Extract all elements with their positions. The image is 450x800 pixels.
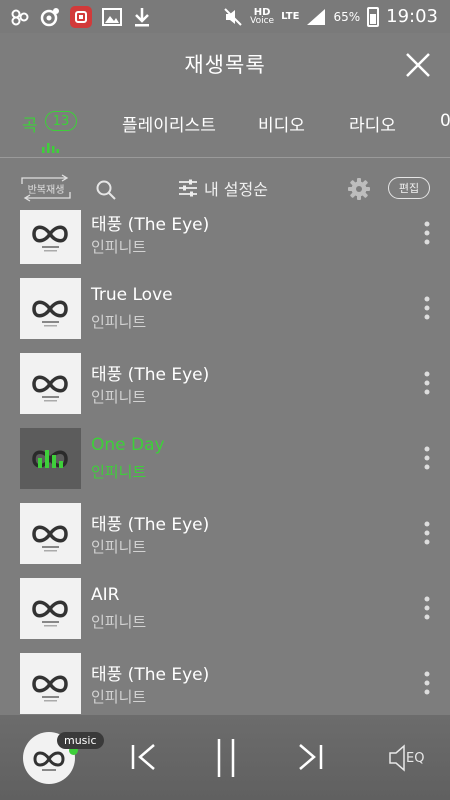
album-cover [20, 428, 81, 489]
link-icon [10, 7, 30, 27]
more-options-button[interactable] [418, 218, 436, 248]
clock: 19:03 [386, 6, 438, 27]
music-app-icon [40, 7, 60, 27]
close-button[interactable] [400, 47, 436, 83]
playlist-toolbar: 반복재생 내 설정순 편집 [0, 166, 450, 210]
song-title: 태풍 (The Eye) [91, 215, 210, 235]
previous-button[interactable] [124, 737, 164, 777]
song-count-badge: 13 [45, 111, 77, 131]
list-item[interactable]: True Love 인피니트 [0, 271, 450, 346]
song-list: 태풍 (The Eye) 인피니트 True Love 인피니트 태풍 (The… [0, 210, 450, 715]
song-artist: 인피니트 [91, 688, 147, 706]
repeat-button[interactable]: 반복재생 [20, 174, 72, 202]
music-badge: music [57, 732, 104, 749]
status-bar: HD Voice LTE 65% 19:03 [0, 0, 450, 33]
settings-button[interactable] [348, 178, 370, 200]
next-button[interactable] [290, 737, 330, 777]
song-title: 태풍 (The Eye) [91, 515, 210, 535]
tab-bar: 곡 13 플레이리스트 비디오 라디오 0 [0, 97, 450, 158]
more-options-button[interactable] [418, 593, 436, 623]
song-artist: 인피니트 [91, 538, 147, 556]
list-item[interactable]: 태풍 (The Eye) 인피니트 [0, 210, 450, 271]
album-cover [20, 578, 81, 639]
more-vertical-icon [424, 446, 430, 470]
list-item-now-playing[interactable]: One Day 인피니트 [0, 421, 450, 496]
download-icon [132, 7, 152, 27]
signal-icon [306, 7, 326, 27]
song-artist: 인피니트 [91, 313, 147, 331]
song-artist: 인피니트 [91, 613, 147, 631]
more-options-button[interactable] [418, 443, 436, 473]
now-playing-eq-icon [41, 138, 59, 153]
eq-label: EQ [406, 751, 425, 766]
song-artist: 인피니트 [91, 238, 147, 256]
tab-radio[interactable]: 라디오 [349, 111, 396, 136]
list-item[interactable]: 태풍 (The Eye) 인피니트 [0, 646, 450, 715]
song-artist: 인피니트 [91, 463, 147, 481]
playlist-header: 재생목록 [0, 33, 450, 95]
page-title: 재생목록 [184, 53, 266, 77]
list-item[interactable]: AIR 인피니트 [0, 571, 450, 646]
search-button[interactable] [95, 179, 117, 201]
mini-player: music EQ [0, 715, 450, 800]
sort-button[interactable]: 내 설정순 [178, 176, 268, 200]
image-icon [102, 7, 122, 27]
gear-icon [348, 178, 370, 200]
album-cover [20, 210, 81, 264]
sort-label: 내 설정순 [204, 180, 268, 199]
edit-button[interactable]: 편집 [388, 177, 430, 199]
more-vertical-icon [424, 671, 430, 695]
hd-voice-indicator: HD Voice [250, 6, 275, 26]
song-title: AIR [91, 585, 120, 605]
battery-icon [367, 6, 380, 27]
more-options-button[interactable] [418, 293, 436, 323]
more-options-button[interactable] [418, 368, 436, 398]
next-icon [299, 744, 323, 770]
eq-button[interactable]: EQ [388, 743, 430, 773]
pause-icon [217, 739, 235, 777]
search-icon [96, 180, 116, 200]
close-icon [406, 53, 430, 77]
tab-songs[interactable]: 곡 [22, 111, 38, 136]
song-artist: 인피니트 [91, 388, 147, 406]
more-vertical-icon [424, 371, 430, 395]
more-vertical-icon [424, 521, 430, 545]
previous-icon [131, 744, 155, 770]
mute-icon [223, 7, 243, 27]
pause-button[interactable] [206, 737, 246, 777]
album-cover [20, 278, 81, 339]
more-options-button[interactable] [418, 518, 436, 548]
song-title: True Love [91, 285, 173, 305]
song-title: 태풍 (The Eye) [91, 665, 210, 685]
lte-indicator: LTE [281, 11, 300, 22]
more-vertical-icon [424, 296, 430, 320]
repeat-label: 반복재생 [27, 184, 65, 196]
tab-videos[interactable]: 비디오 [258, 111, 305, 136]
tab-more[interactable]: 0 [440, 111, 450, 131]
notification-app-icon [70, 5, 92, 28]
battery-percent: 65% [333, 9, 361, 24]
song-title: One Day [91, 435, 165, 455]
song-title: 태풍 (The Eye) [91, 365, 210, 385]
more-vertical-icon [424, 221, 430, 245]
album-cover [20, 653, 81, 714]
list-item[interactable]: 태풍 (The Eye) 인피니트 [0, 496, 450, 571]
list-item[interactable]: 태풍 (The Eye) 인피니트 [0, 346, 450, 421]
tab-playlists[interactable]: 플레이리스트 [122, 111, 216, 136]
sort-settings-icon [179, 179, 197, 197]
more-vertical-icon [424, 596, 430, 620]
album-cover [20, 353, 81, 414]
more-options-button[interactable] [418, 668, 436, 698]
album-cover [20, 503, 81, 564]
